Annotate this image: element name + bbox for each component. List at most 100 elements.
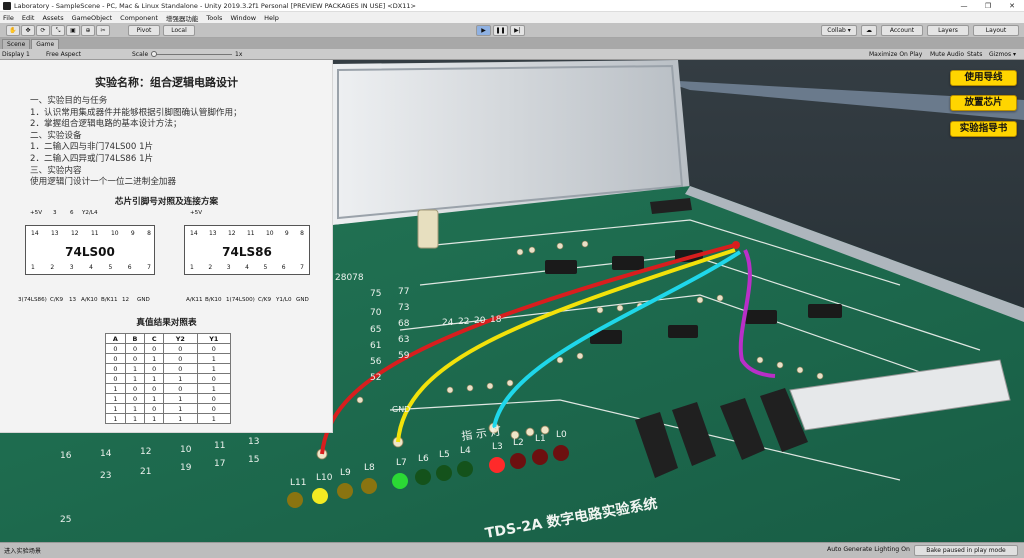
board-number: 68 (398, 319, 410, 329)
account-dropdown[interactable]: Account (881, 25, 923, 36)
board-number: 61 (370, 341, 381, 351)
chip-socket[interactable] (612, 256, 644, 270)
pin-number: 5 (263, 264, 268, 271)
rect-tool-icon[interactable]: ▣ (66, 25, 80, 36)
truth-cell: 0 (144, 363, 165, 374)
scale-slider-handle[interactable] (151, 51, 157, 57)
close-icon[interactable]: ✕ (1000, 0, 1024, 12)
truth-cell: 0 (196, 373, 232, 384)
chip2-bottom-label: C/K9 (258, 297, 272, 303)
toolbar: ✋ ✥ ⟳ ⤡ ▣ ⊕ ✂ Pivot Local ▶ ❚❚ ▶| Collab… (0, 23, 1024, 38)
chip-socket[interactable] (668, 325, 698, 338)
menu-assets[interactable]: Assets (42, 14, 63, 22)
menu-enhancer[interactable]: 增强器功能 (166, 13, 199, 23)
maximize-on-play-toggle[interactable]: Maximize On Play (869, 50, 922, 59)
truth-cell: 1 (105, 403, 126, 414)
truth-cell: 0 (105, 343, 126, 354)
use-wire-button[interactable]: 使用导线 (950, 70, 1017, 86)
layers-dropdown[interactable]: Layers (927, 25, 969, 36)
game-viewport[interactable]: 指 示 灯 TDS-2A 数字电路实验系统 GND L11 L10 L9 L8 … (0, 60, 1024, 542)
aspect-dropdown[interactable]: Free Aspect (46, 50, 81, 59)
menu-tools[interactable]: Tools (206, 14, 222, 22)
menu-gameobject[interactable]: GameObject (72, 14, 113, 22)
play-button[interactable]: ▶ (476, 25, 491, 36)
chip2-bottom-label: 1(74LS00) (226, 297, 255, 303)
description-line: 1．二输入四与非门74LS00 1片 (30, 142, 154, 153)
board-number: 59 (398, 351, 410, 361)
transform-tool-icon[interactable]: ⊕ (81, 25, 95, 36)
led-label-l1: L1 (535, 434, 546, 444)
pin-number: 3 (69, 264, 74, 271)
mute-audio-toggle[interactable]: Mute Audio (930, 50, 964, 59)
custom-tool-icon[interactable]: ✂ (96, 25, 110, 36)
truth-cell: 0 (163, 363, 198, 374)
lab-manual-button[interactable]: 实验指导书 (950, 121, 1017, 137)
collab-label: Collab ▾ (827, 27, 851, 34)
status-message: 进入实验场景 (4, 548, 42, 555)
pin-number: 8 (300, 230, 304, 237)
tab-scene[interactable]: Scene (2, 39, 31, 49)
truth-cell: 1 (163, 403, 198, 414)
board-number: 77 (398, 287, 409, 297)
scale-tool-icon[interactable]: ⤡ (51, 25, 65, 36)
minimize-icon[interactable]: — (952, 0, 976, 12)
chip-section-title: 芯片引脚号对照及连接方案 (114, 197, 219, 207)
local-toggle[interactable]: Local (163, 25, 195, 36)
maximize-icon[interactable]: ❐ (976, 0, 1000, 12)
pause-button[interactable]: ❚❚ (493, 25, 508, 36)
collab-dropdown[interactable]: Collab ▾ (821, 25, 857, 36)
menu-file[interactable]: File (3, 14, 14, 22)
menu-component[interactable]: Component (120, 14, 158, 22)
lighting-status: Auto Generate Lighting On (827, 546, 910, 553)
pin-number: 2 (50, 264, 55, 271)
truth-header-row: A B C Y2 Y1 (105, 333, 232, 344)
place-chip-button[interactable]: 放置芯片 (950, 95, 1017, 111)
chip1-bottom-label: B/K11 (101, 297, 118, 303)
led-label-l9: L9 (340, 468, 351, 478)
chip2-bottom-label: GND (296, 297, 309, 303)
board-number: 18 (490, 315, 502, 325)
chip-socket[interactable] (808, 304, 842, 318)
chip-socket[interactable] (545, 260, 577, 274)
table-row: 01001 (105, 363, 232, 374)
bake-status-badge: Bake paused in play mode (914, 545, 1018, 556)
chip2-bottom-label: B/K10 (205, 297, 222, 303)
layout-dropdown[interactable]: Layout (973, 25, 1019, 36)
led-label-l0: L0 (556, 430, 567, 440)
truth-cell: 0 (196, 403, 232, 414)
menu-help[interactable]: Help (264, 14, 279, 22)
menu-window[interactable]: Window (230, 14, 256, 22)
pin-number: 13 (208, 230, 217, 237)
pin-number: 6 (281, 264, 286, 271)
chip-socket[interactable] (745, 310, 777, 324)
chip1-bottom-label: 13 (69, 297, 77, 303)
pin-number: 13 (50, 230, 59, 237)
rotate-tool-icon[interactable]: ⟳ (36, 25, 50, 36)
scale-slider[interactable] (152, 54, 232, 55)
hand-tool-icon[interactable]: ✋ (6, 25, 20, 36)
chip1-top-pins: 14 13 12 11 10 9 8 (26, 230, 156, 237)
pin-number: 10 (265, 230, 274, 237)
pivot-toggle[interactable]: Pivot (128, 25, 160, 36)
display-dropdown[interactable]: Display 1 (2, 50, 30, 59)
cloud-icon[interactable]: ☁ (861, 25, 877, 36)
led-l9 (337, 483, 353, 499)
menu-bar: File Edit Assets GameObject Component 增强… (0, 12, 1024, 23)
led-l8 (361, 478, 377, 494)
pivot-label: Pivot (136, 27, 152, 34)
move-tool-icon[interactable]: ✥ (21, 25, 35, 36)
chip1-bottom-label: GND (137, 297, 150, 303)
chip2-bottom-label: A/K11 (186, 297, 203, 303)
led-label-l11: L11 (290, 478, 306, 488)
gizmos-dropdown[interactable]: Gizmos ▾ (989, 50, 1016, 59)
scale-value: 1x (235, 51, 243, 58)
description-line: 2．掌握组合逻辑电路的基本设计方法； (30, 119, 182, 130)
tab-game[interactable]: Game (31, 39, 60, 49)
potentiometer[interactable] (417, 209, 439, 249)
menu-edit[interactable]: Edit (22, 14, 35, 22)
board-number: 21 (140, 467, 151, 477)
stats-toggle[interactable]: Stats (967, 50, 982, 59)
truth-cell: 0 (124, 383, 146, 394)
led-l5 (436, 465, 452, 481)
step-button[interactable]: ▶| (510, 25, 525, 36)
